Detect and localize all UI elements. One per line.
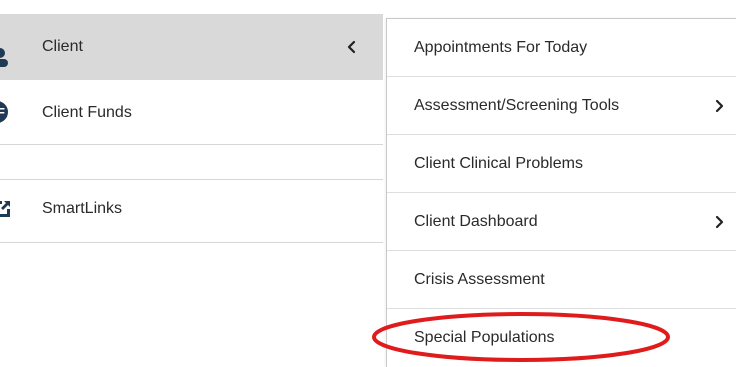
nav-item-client[interactable]: Client xyxy=(0,14,383,80)
chevron-right-icon xyxy=(715,215,724,228)
client-submenu: Appointments For Today Assessment/Screen… xyxy=(386,18,736,367)
submenu-item-client-clinical-problems[interactable]: Client Clinical Problems xyxy=(387,135,736,193)
chevron-right-icon xyxy=(715,99,724,112)
nav-item-client-funds[interactable]: F Client Funds xyxy=(0,80,383,144)
nav-divider xyxy=(0,242,383,243)
nav-item-label: SmartLinks xyxy=(42,200,123,217)
nav-item-smartlinks[interactable]: SmartLinks xyxy=(0,180,383,242)
nav-item-label: Client xyxy=(42,38,83,55)
submenu-item-label: Client Dashboard xyxy=(414,212,538,230)
chevron-left-icon[interactable] xyxy=(345,40,359,54)
submenu-item-label: Client Clinical Problems xyxy=(414,154,583,172)
icon-badge-letter: F xyxy=(0,104,5,120)
submenu-item-special-populations[interactable]: Special Populations xyxy=(387,309,736,367)
submenu-item-crisis-assessment[interactable]: Crisis Assessment xyxy=(387,251,736,309)
submenu-item-appointments-for-today[interactable]: Appointments For Today xyxy=(387,19,736,77)
client-funds-icon: F xyxy=(0,101,8,123)
submenu-item-label: Crisis Assessment xyxy=(414,270,545,288)
submenu-item-label: Assessment/Screening Tools xyxy=(414,96,620,114)
submenu-item-client-dashboard[interactable]: Client Dashboard xyxy=(387,193,736,251)
external-link-icon xyxy=(0,201,10,217)
nav-item-label: Client Funds xyxy=(42,104,132,121)
submenu-item-assessment-screening-tools[interactable]: Assessment/Screening Tools xyxy=(387,77,736,135)
person-icon xyxy=(0,48,8,67)
screen: Client F Client Funds SmartLinks Appoint… xyxy=(0,0,736,367)
submenu-item-label: Special Populations xyxy=(414,329,555,346)
left-nav-panel: Client F Client Funds SmartLinks xyxy=(0,14,383,366)
nav-item-empty xyxy=(0,145,383,179)
submenu-item-label: Appointments For Today xyxy=(414,38,588,56)
